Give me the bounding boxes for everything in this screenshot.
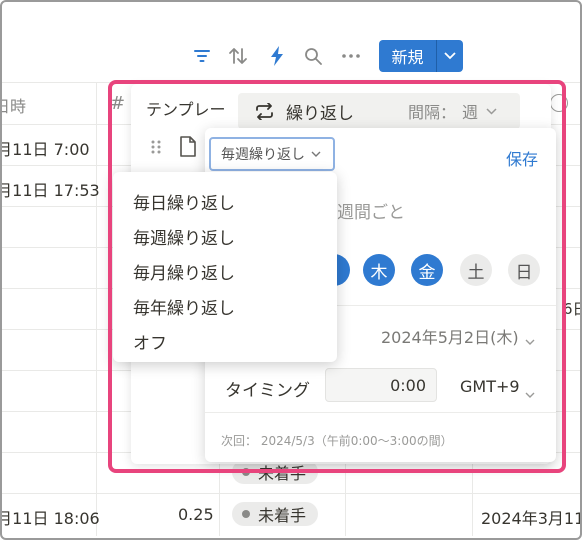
chevron-down-icon[interactable]	[525, 330, 535, 349]
column-header-number[interactable]: #	[110, 93, 125, 114]
dropdown-option-monthly[interactable]: 毎月繰り返し	[133, 259, 235, 284]
repeat-bar[interactable]: 繰り返し 間隔： 週	[238, 93, 520, 129]
next-occurrence-text: 次回： 2024/5/3（午前0:00〜3:00の間）	[221, 434, 453, 448]
chevron-down-icon[interactable]	[486, 107, 497, 115]
chevron-down-icon	[311, 151, 321, 157]
repeat-frequency-value: 毎週繰り返し	[221, 147, 305, 163]
status-badge[interactable]: 未着手	[232, 502, 319, 526]
filter-icon[interactable]	[192, 46, 212, 66]
new-button-label: 新規	[391, 48, 424, 67]
search-icon[interactable]	[303, 46, 323, 66]
repeat-frequency-dropdown: 毎日繰り返し 毎週繰り返し 毎月繰り返し 毎年繰り返し オフ	[113, 172, 337, 362]
timing-label: タイミング	[225, 381, 310, 401]
chevron-down-icon[interactable]	[525, 383, 535, 402]
date-cell[interactable]: 3月11日 17:53	[0, 177, 100, 201]
day-toggle-sunday[interactable]: 日	[508, 254, 540, 286]
lightning-icon[interactable]	[267, 46, 287, 66]
repeat-frequency-select[interactable]: 毎週繰り返し	[209, 137, 335, 171]
day-toggle-thursday[interactable]: 木	[363, 254, 395, 286]
repeat-label: 繰り返し	[286, 103, 354, 124]
status-label: 未着手	[258, 506, 307, 525]
sort-icon[interactable]	[228, 46, 248, 66]
end-date-cell[interactable]: 2024年3月11	[481, 505, 582, 529]
info-icon[interactable]	[550, 94, 568, 112]
date-cell[interactable]: 3月11日 7:00	[0, 136, 90, 160]
time-value: 0:00	[390, 375, 426, 395]
more-icon[interactable]	[341, 46, 361, 66]
date-cell[interactable]: 3月11日 18:06	[0, 505, 100, 529]
day-toggle-friday[interactable]: 金	[411, 254, 443, 286]
repeat-icon	[255, 102, 274, 120]
dropdown-option-weekly[interactable]: 毎週繰り返し	[133, 224, 235, 249]
dropdown-option-off[interactable]: オフ	[133, 329, 167, 354]
number-cell[interactable]: 0.25	[178, 505, 214, 524]
timezone-select[interactable]: GMT+9	[460, 377, 520, 396]
day-toggle-saturday[interactable]: 土	[460, 254, 492, 286]
dropdown-option-daily[interactable]: 毎日繰り返し	[133, 189, 235, 214]
interval-label: 間隔：	[408, 103, 457, 122]
time-input[interactable]: 0:00	[325, 368, 437, 402]
start-date-value[interactable]: 2024年5月2日(木)	[381, 324, 519, 348]
drag-handle-icon[interactable]	[150, 139, 162, 159]
chevron-down-icon[interactable]	[437, 40, 463, 72]
template-label: テンプレー	[146, 100, 226, 119]
status-dot	[242, 510, 250, 518]
status-dot	[242, 468, 250, 476]
document-icon	[179, 136, 196, 161]
new-button[interactable]: 新規	[379, 40, 463, 72]
save-button[interactable]: 保存	[506, 146, 538, 170]
dropdown-option-yearly[interactable]: 毎年繰り返し	[133, 294, 235, 319]
column-header-date[interactable]: 日時	[0, 93, 26, 117]
edge-cell: 6日	[563, 300, 582, 318]
every-week-text: 週間ごと	[337, 203, 405, 223]
interval-value[interactable]: 週	[462, 99, 478, 123]
